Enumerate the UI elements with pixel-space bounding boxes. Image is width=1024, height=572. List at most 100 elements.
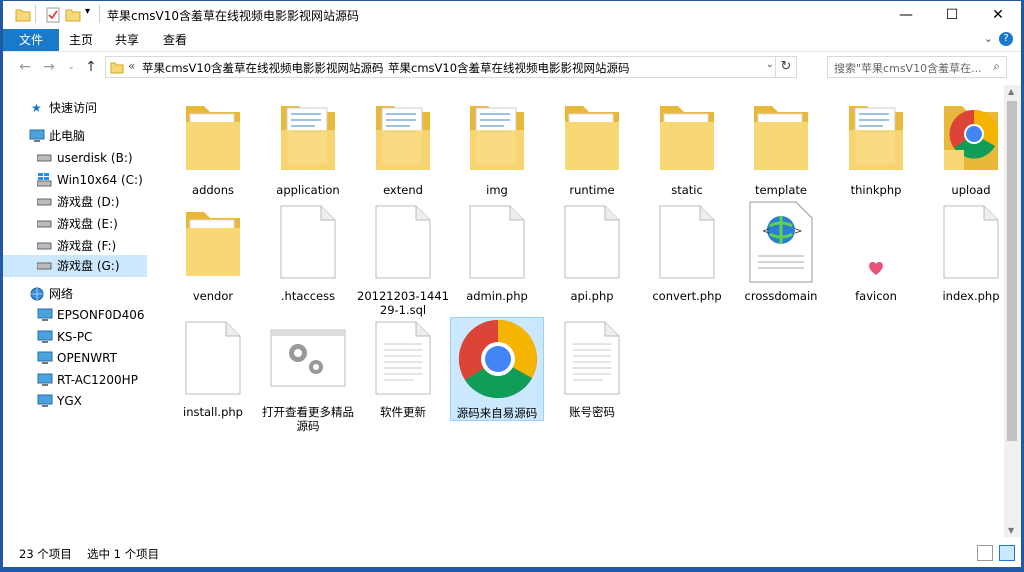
sidebar-item-drive-b[interactable]: userdisk (B:) <box>3 147 147 169</box>
sidebar-item-host[interactable]: RT-AC1200HP <box>3 369 147 391</box>
search-box[interactable]: 搜索"苹果cmsV10含羞草在... ⌕ <box>827 56 1007 78</box>
folder-icon <box>15 9 31 22</box>
folder-icon <box>110 62 124 74</box>
tab-home[interactable]: 主页 <box>61 29 101 51</box>
sidebar-item-label: RT-AC1200HP <box>57 373 138 387</box>
explorer-window: ▾ 苹果cmsV10含羞草在线视频电影影视网站源码 — ☐ ✕ 文件 主页 共享… <box>2 0 1022 568</box>
details-view-icon[interactable] <box>977 545 993 561</box>
drive-icon <box>37 220 52 228</box>
minimize-button[interactable]: — <box>883 1 929 29</box>
properties-icon[interactable] <box>45 7 61 23</box>
file-item[interactable]: runtime <box>545 95 639 197</box>
windows-drive-icon <box>37 173 52 187</box>
breadcrumb-item[interactable]: 苹果cmsV10含羞草在线视频电影影视网站源码 <box>142 60 384 76</box>
sidebar-item-host[interactable]: KS-PC <box>3 326 147 348</box>
file-item[interactable]: application <box>261 95 355 197</box>
sidebar-item-quick-access[interactable]: ★ 快速访问 <box>3 97 147 119</box>
search-icon[interactable]: ⌕ <box>993 59 1000 74</box>
tab-share[interactable]: 共享 <box>107 29 147 51</box>
new-folder-icon[interactable] <box>65 7 81 23</box>
file-item[interactable]: 源码来自易源码 <box>450 317 544 421</box>
file-name: 软件更新 <box>380 405 426 419</box>
sidebar-item-drive-c[interactable]: Win10x64 (C:) <box>3 169 147 191</box>
sidebar-item-label: 此电脑 <box>49 129 86 143</box>
file-item[interactable]: thinkphp <box>829 95 923 197</box>
sidebar-item-host[interactable]: YGX <box>3 390 147 412</box>
file-item[interactable]: addons <box>166 95 260 197</box>
scrollbar-thumb[interactable] <box>1007 101 1017 441</box>
sidebar-item-label: 游戏盘 (D:) <box>57 195 120 209</box>
close-button[interactable]: ✕ <box>975 1 1021 29</box>
file-name: addons <box>192 183 234 197</box>
address-dropdown-icon[interactable]: ⌄ <box>766 59 774 70</box>
file-icon <box>374 204 432 283</box>
chevron-down-icon[interactable]: ⌄ <box>984 32 993 45</box>
file-item[interactable]: vendor <box>166 201 260 303</box>
sidebar-item-drive-g[interactable]: 游戏盘 (G:) <box>3 255 147 277</box>
sidebar-item-label: 游戏盘 (F:) <box>57 239 117 253</box>
sidebar-item-label: 游戏盘 (G:) <box>57 259 120 273</box>
status-bar: 23 个项目 选中 1 个项目 <box>3 539 1021 567</box>
tab-file[interactable]: 文件 <box>3 29 59 51</box>
file-icon <box>184 320 242 399</box>
monitor-icon <box>37 308 53 321</box>
scroll-up-icon[interactable]: ▲ <box>1008 87 1014 96</box>
scroll-down-icon[interactable]: ▼ <box>1008 526 1014 535</box>
maximize-button[interactable]: ☐ <box>929 1 975 29</box>
file-item[interactable]: .htaccess <box>261 201 355 303</box>
sidebar-item-host[interactable]: OPENWRT <box>3 347 147 369</box>
file-item[interactable]: template <box>734 95 828 197</box>
folder-icon <box>942 100 1000 175</box>
sidebar-item-label: YGX <box>57 394 82 408</box>
file-item[interactable]: < > crossdomain <box>734 201 828 303</box>
file-item[interactable]: admin.php <box>450 201 544 303</box>
file-name: 20121203-144129-1.sql <box>357 289 449 317</box>
file-name: static <box>671 183 703 197</box>
file-item[interactable]: 软件更新 <box>356 317 450 419</box>
breadcrumb-overflow[interactable]: « <box>128 59 135 73</box>
sidebar-item-label: EPSONF0D406 <box>57 308 145 322</box>
file-item[interactable]: static <box>640 95 734 197</box>
breadcrumb-item-current[interactable]: 苹果cmsV10含羞草在线视频电影影视网站源码 <box>388 60 630 76</box>
file-item[interactable]: install.php <box>166 317 260 419</box>
help-icon[interactable]: ? <box>999 32 1013 46</box>
folder-icon <box>184 100 242 175</box>
file-item[interactable]: extend <box>356 95 450 197</box>
forward-arrow-icon[interactable]: → <box>41 58 57 76</box>
recent-dropdown-icon[interactable]: ⌄ <box>63 58 79 76</box>
breadcrumb-separator[interactable]: › <box>374 59 379 73</box>
file-item[interactable]: 账号密码 <box>545 317 639 419</box>
file-name: 账号密码 <box>569 405 615 419</box>
drive-icon <box>37 154 52 162</box>
sidebar-item-label: 快速访问 <box>49 101 98 115</box>
vertical-scrollbar[interactable]: ▲ ▼ <box>1004 85 1021 537</box>
sidebar-item-drive-e[interactable]: 游戏盘 (E:) <box>3 213 147 235</box>
back-arrow-icon[interactable]: ← <box>17 58 33 76</box>
sidebar-item-host[interactable]: EPSONF0D406 <box>3 304 147 326</box>
file-item[interactable]: convert.php <box>640 201 734 303</box>
folder-icon <box>468 100 526 175</box>
file-icon <box>942 204 1000 283</box>
file-item[interactable]: favicon <box>829 201 923 303</box>
file-item[interactable]: img <box>450 95 544 197</box>
sidebar-item-this-pc[interactable]: 此电脑 <box>3 125 147 147</box>
file-name: favicon <box>855 289 897 303</box>
up-arrow-icon[interactable]: ↑ <box>83 58 99 76</box>
file-item[interactable]: 打开查看更多精品源码 <box>261 317 355 433</box>
file-item[interactable]: 20121203-144129-1.sql <box>356 201 450 317</box>
sidebar-item-drive-f[interactable]: 游戏盘 (F:) <box>3 235 147 257</box>
sidebar-item-drive-d[interactable]: 游戏盘 (D:) <box>3 191 147 213</box>
file-name: 打开查看更多精品源码 <box>262 405 354 433</box>
address-bar[interactable]: « 苹果cmsV10含羞草在线视频电影影视网站源码 › 苹果cmsV10含羞草在… <box>105 56 797 78</box>
folder-icon <box>184 206 242 281</box>
search-input[interactable]: 搜索"苹果cmsV10含羞草在... <box>834 60 982 76</box>
large-icons-view-icon[interactable] <box>999 545 1015 561</box>
file-name: img <box>486 183 508 197</box>
file-view: addons application extend img runtime static t… <box>151 85 1007 537</box>
monitor-icon <box>37 394 53 407</box>
refresh-icon[interactable]: ↻ <box>775 57 796 77</box>
sidebar-item-network[interactable]: 网络 <box>3 283 147 305</box>
quick-access-dropdown-icon[interactable]: ▾ <box>85 6 90 22</box>
tab-view[interactable]: 查看 <box>155 29 195 51</box>
file-item[interactable]: api.php <box>545 201 639 303</box>
